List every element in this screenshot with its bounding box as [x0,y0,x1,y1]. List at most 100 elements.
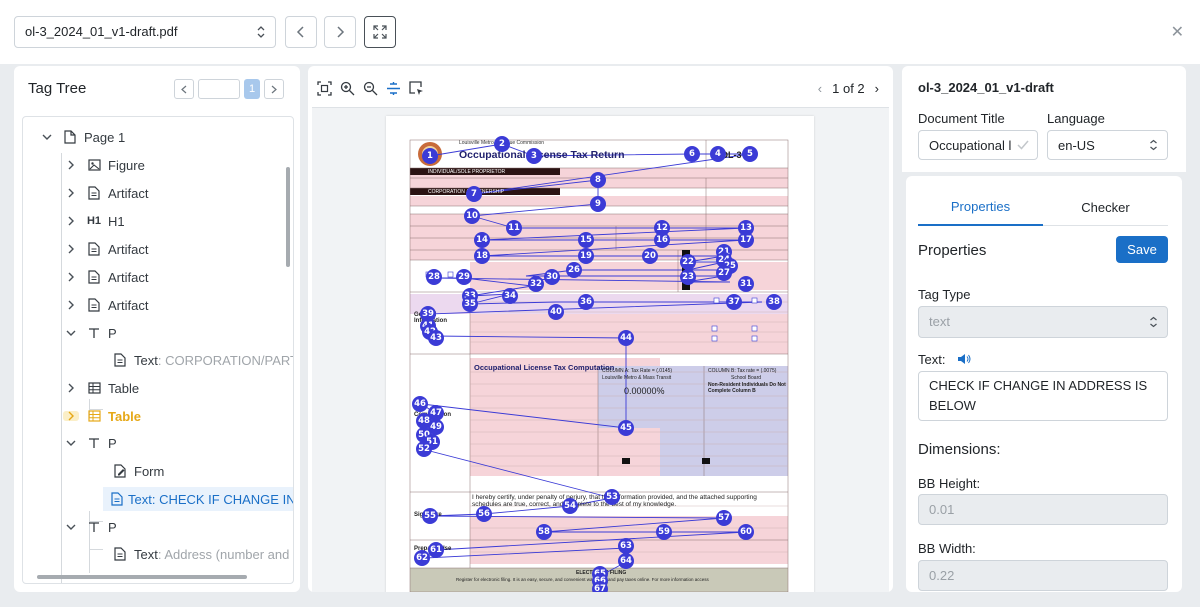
tree-item-p[interactable]: P [63,321,117,345]
chevron-right-icon[interactable] [63,244,79,254]
order-marker[interactable]: 67 [592,581,608,592]
order-marker[interactable]: 64 [618,553,634,569]
tab-checker[interactable]: Checker [1043,188,1168,226]
order-marker[interactable]: 63 [618,538,634,554]
order-marker[interactable]: 36 [578,294,594,310]
chevron-down-icon[interactable] [63,523,79,531]
order-marker[interactable]: 38 [766,294,782,310]
order-marker[interactable]: 40 [548,304,564,320]
order-marker[interactable]: 54 [562,498,578,514]
chevron-left-icon[interactable]: ‹ [818,81,822,96]
fullscreen-button[interactable] [364,16,396,48]
tree-item-text-selected[interactable]: Text: CHECK IF CHANGE IN [103,487,293,511]
chevron-down-icon[interactable] [63,329,79,337]
chevron-right-icon[interactable] [63,411,79,421]
order-marker[interactable]: 28 [426,269,442,285]
bb-height-input[interactable]: 0.01 [918,494,1168,525]
order-marker[interactable]: 61 [428,542,444,558]
order-marker[interactable]: 59 [656,524,672,540]
chevron-right-icon[interactable] [63,160,79,170]
order-marker[interactable]: 8 [590,172,606,188]
order-marker[interactable]: 30 [544,269,560,285]
order-marker[interactable]: 32 [528,276,544,292]
order-marker[interactable]: 5 [742,146,758,162]
tree-item-figure[interactable]: Figure [63,153,145,177]
tab-properties[interactable]: Properties [918,188,1043,226]
tree-vertical-scrollbar[interactable] [286,167,290,267]
tree-item-page-1[interactable]: Page 1 [39,125,125,149]
zoom-out-icon[interactable] [362,80,379,97]
speaker-icon[interactable] [957,352,971,370]
order-marker[interactable]: 35 [462,296,478,312]
language-select[interactable]: en-US [1047,130,1168,160]
order-marker[interactable]: 46 [412,396,428,412]
order-marker[interactable]: 27 [716,265,732,281]
fit-page-icon[interactable] [316,80,333,97]
order-marker[interactable]: 23 [680,269,696,285]
chevron-right-icon[interactable] [63,383,79,393]
order-marker[interactable]: 7 [466,186,482,202]
tree-item-artifact[interactable]: Artifact [63,237,148,261]
order-marker[interactable]: 34 [502,288,518,304]
chevron-right-icon[interactable] [63,272,79,282]
order-marker[interactable]: 11 [506,220,522,236]
tree-page-number[interactable]: 1 [244,79,260,99]
text-field[interactable]: CHECK IF CHANGE IN ADDRESS IS BELOW [918,371,1168,421]
chevron-right-icon[interactable] [63,300,79,310]
tree-item-p[interactable]: P [63,431,117,455]
order-marker[interactable]: 56 [476,506,492,522]
order-marker[interactable]: 3 [526,148,542,164]
order-marker[interactable]: 43 [428,330,444,346]
chevron-down-icon[interactable] [39,133,55,141]
tree-item-p[interactable]: P [63,515,117,539]
tree-item-text[interactable]: Text: CORPORATION/PARTI [105,348,293,372]
order-marker[interactable]: 55 [422,508,438,524]
order-marker[interactable]: 10 [464,208,480,224]
chevron-right-icon[interactable] [63,188,79,198]
order-marker[interactable]: 29 [456,269,472,285]
tree-item-text[interactable]: Text: Address (number and s [105,542,293,566]
tree-next-button[interactable] [264,79,284,99]
chevron-right-icon[interactable] [63,216,79,226]
order-marker[interactable]: 14 [474,232,490,248]
order-marker[interactable]: 22 [680,254,696,270]
bb-width-input[interactable]: 0.22 [918,560,1168,591]
order-marker[interactable]: 57 [716,510,732,526]
order-marker[interactable]: 20 [642,248,658,264]
tree-item-table-highlighted[interactable]: Table [63,404,141,428]
tree-item-artifact[interactable]: Artifact [63,181,148,205]
file-select[interactable]: ol-3_2024_01_v1-draft.pdf [14,16,276,48]
document-title-input[interactable]: Occupational l [918,130,1038,160]
order-marker[interactable]: 37 [726,294,742,310]
order-marker[interactable]: 15 [578,232,594,248]
save-button[interactable]: Save [1116,236,1168,263]
order-marker[interactable]: 6 [684,146,700,162]
order-marker[interactable]: 4 [710,146,726,162]
next-file-button[interactable] [324,16,356,48]
reading-order-icon[interactable] [385,80,402,97]
order-marker[interactable]: 1 [422,148,438,164]
order-marker[interactable]: 58 [536,524,552,540]
order-marker[interactable]: 31 [738,276,754,292]
tree-item-artifact[interactable]: Artifact [63,293,148,317]
tree-page-input[interactable] [198,79,240,99]
order-marker[interactable]: 44 [618,330,634,346]
order-marker[interactable]: 45 [618,420,634,436]
order-marker[interactable]: 2 [494,136,510,152]
chevron-down-icon[interactable] [63,439,79,447]
tree-prev-button[interactable] [174,79,194,99]
select-area-icon[interactable] [408,80,425,97]
order-marker[interactable]: 62 [414,550,430,566]
tree-item-form[interactable]: Form [105,459,164,483]
tree-item-artifact[interactable]: Artifact [63,265,148,289]
chevron-right-icon[interactable]: › [875,81,879,96]
order-marker[interactable]: 18 [474,248,490,264]
order-marker[interactable]: 9 [590,196,606,212]
order-marker[interactable]: 60 [738,524,754,540]
tree-item-h1[interactable]: H1 H1 [63,209,125,233]
previous-file-button[interactable] [285,16,317,48]
tree-item-table[interactable]: Table [63,376,139,400]
order-marker[interactable]: 17 [738,232,754,248]
order-marker[interactable]: 26 [566,262,582,278]
close-icon[interactable]: ✕ [1171,22,1184,42]
